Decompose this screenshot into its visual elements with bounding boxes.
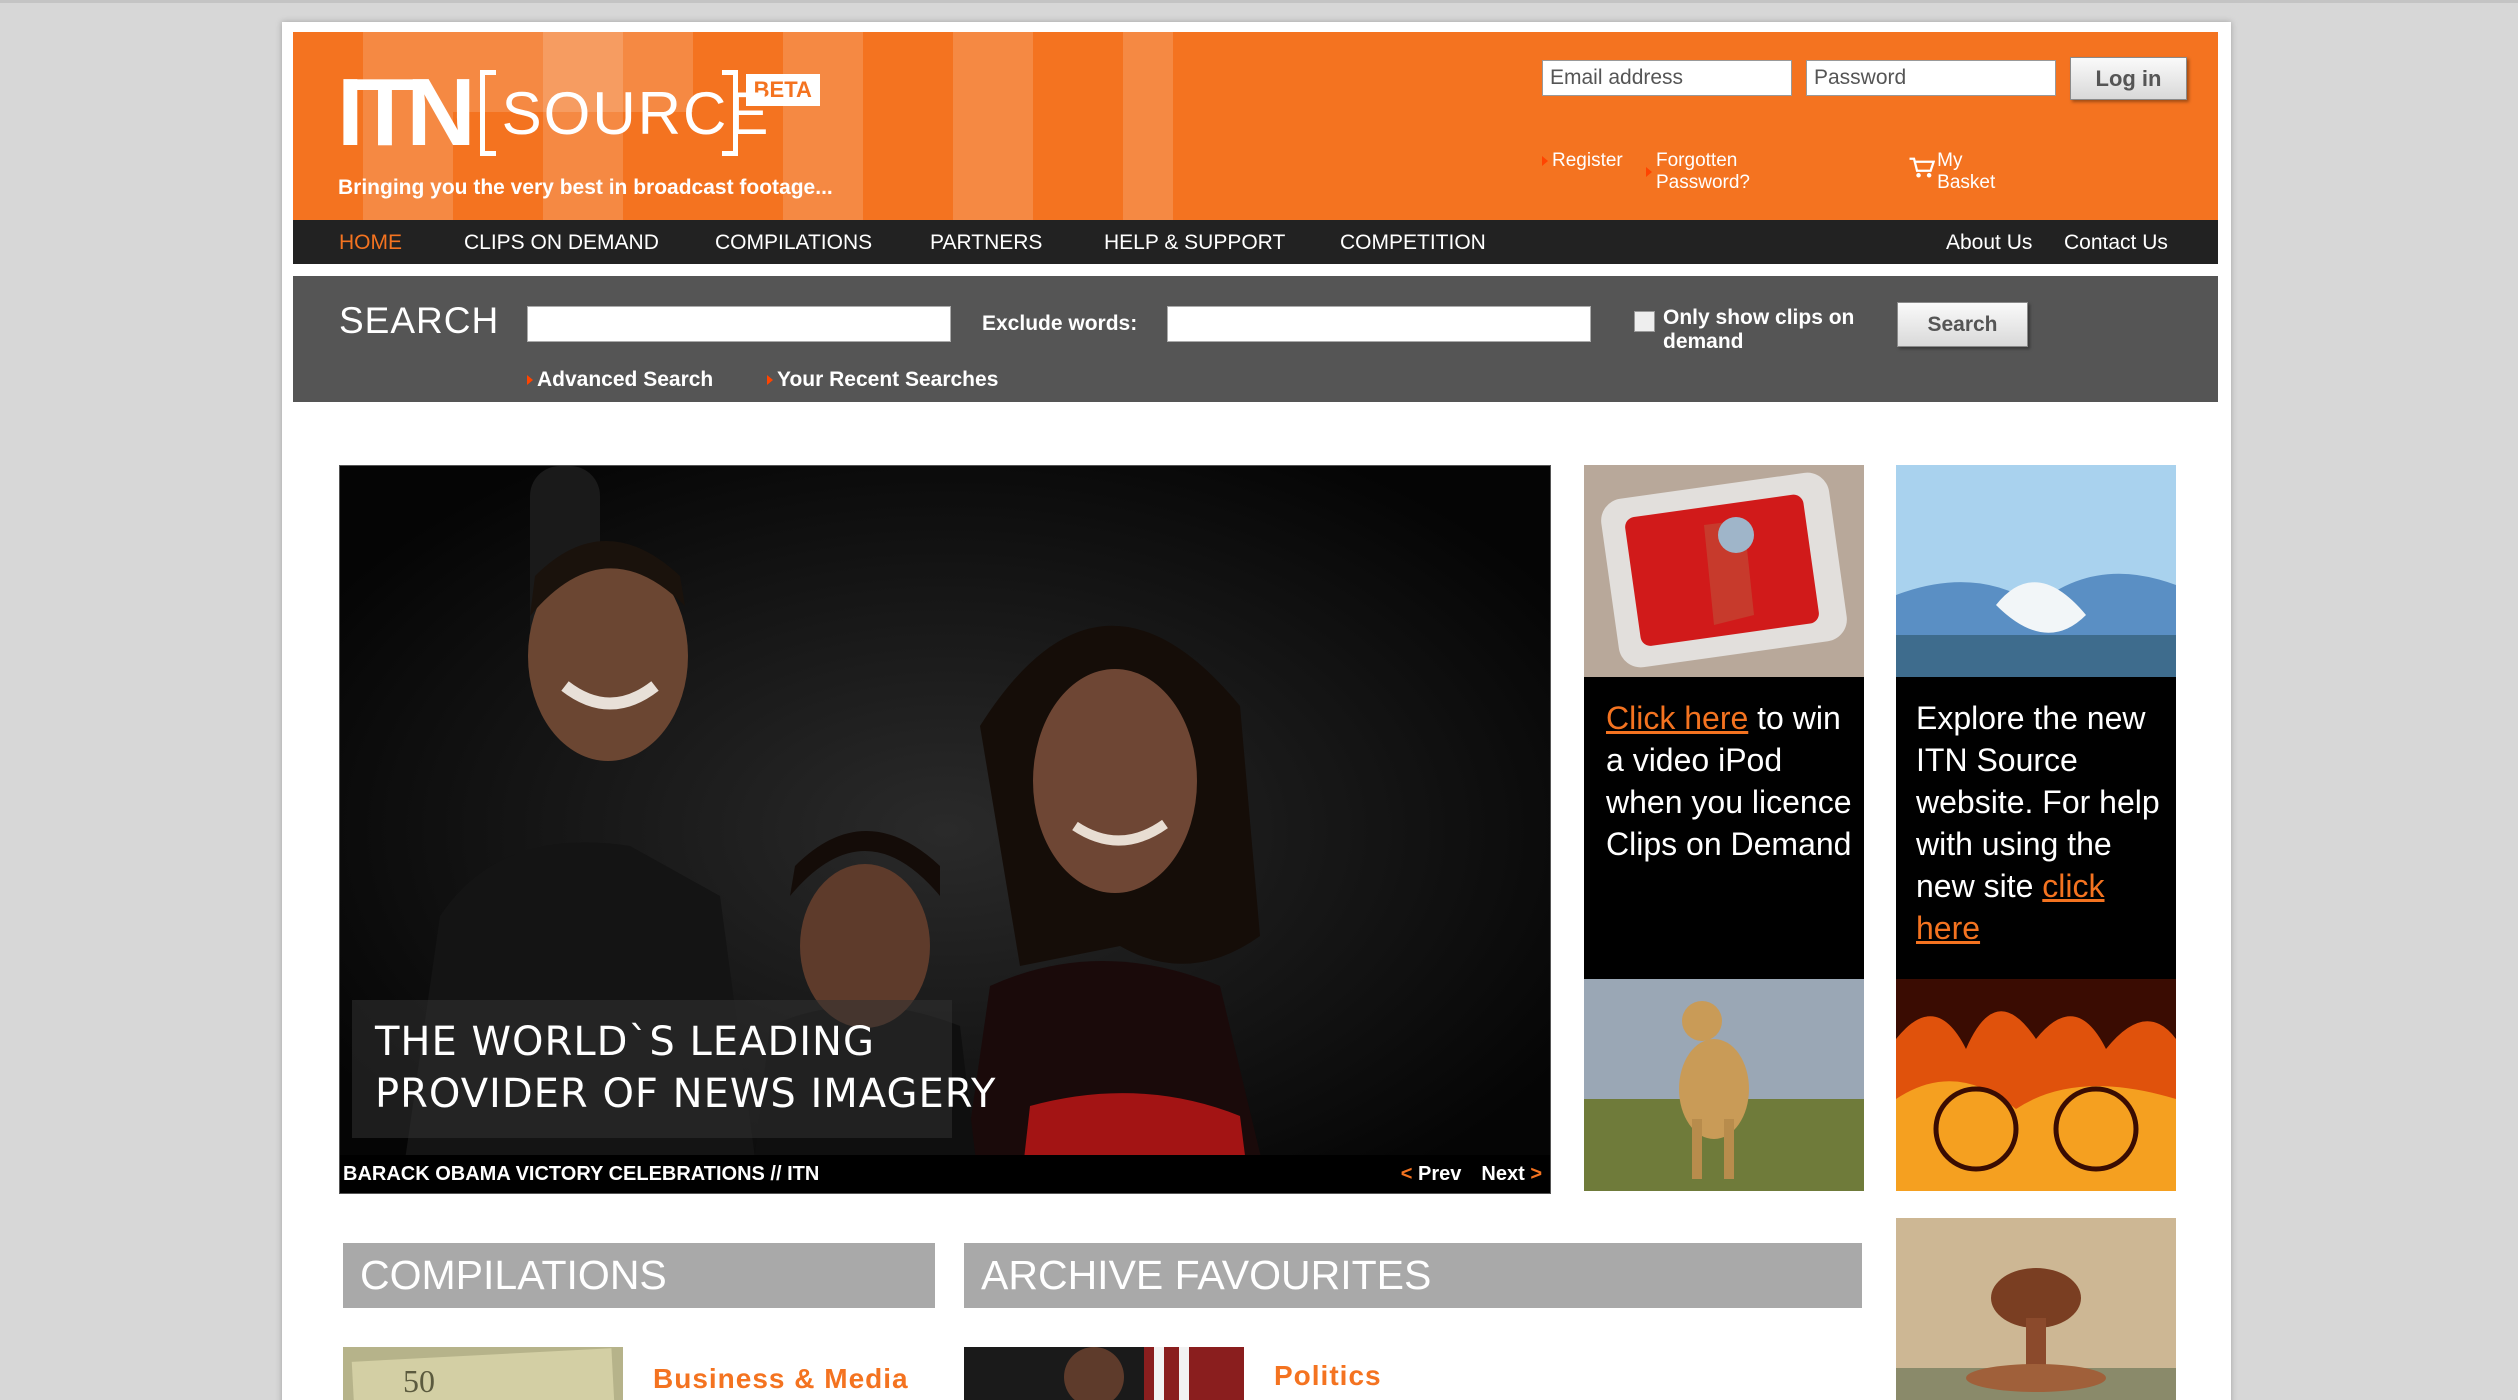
money-thumbnail[interactable]: 50 xyxy=(343,1347,623,1400)
arrow-icon xyxy=(767,375,773,385)
promo-ipod-text: Click here to win a video iPod when you … xyxy=(1606,697,1856,865)
search-input[interactable] xyxy=(527,306,951,342)
hero-headline: THE WORLD`S LEADING PROVIDER OF NEWS IMA… xyxy=(375,1016,996,1120)
tagline: Bringing you the very best in broadcast … xyxy=(338,176,833,199)
search-panel: SEARCH Exclude words: Only show clips on… xyxy=(293,276,2218,402)
promo-website-body: Explore the new ITN Source website. For … xyxy=(1916,700,2160,904)
compilation-item-title[interactable]: Business & Media xyxy=(653,1363,909,1395)
archive-favourites-heading: ARCHIVE FAVOURITES xyxy=(964,1243,1862,1308)
basket-icon xyxy=(1909,157,1936,178)
page-container: ITN SOURCE BETA Bringing you the very be… xyxy=(282,22,2231,1400)
promo-ipod-link[interactable]: Click here xyxy=(1606,700,1748,736)
next-label: Next xyxy=(1481,1163,1525,1185)
email-field[interactable] xyxy=(1542,60,1792,96)
promo-website-tile[interactable]: Explore the new ITN Source website. For … xyxy=(1896,465,2176,1191)
glacier-image xyxy=(1896,465,2176,677)
itn-source-logo[interactable]: ITN SOURCE BETA xyxy=(337,59,820,166)
forgotten-password-link[interactable]: Forgotten Password? xyxy=(1646,150,1750,194)
hero-headline-line-1: THE WORLD`S LEADING xyxy=(375,1019,875,1065)
prev-button[interactable]: < Prev xyxy=(1401,1155,1462,1193)
arrow-icon xyxy=(1646,167,1652,177)
hero-caption-bar: BARACK OBAMA VICTORY CELEBRATIONS // ITN… xyxy=(340,1155,1550,1193)
cheetah-image xyxy=(1584,979,1864,1191)
nav-clips-on-demand[interactable]: CLIPS ON DEMAND xyxy=(464,220,659,266)
nav-competition[interactable]: COMPETITION xyxy=(1340,220,1486,266)
compilations-heading: COMPILATIONS xyxy=(343,1243,935,1308)
clips-on-demand-checkbox[interactable] xyxy=(1634,311,1655,332)
clips-on-demand-label: Only show clips on demand xyxy=(1663,306,1855,353)
exclude-words-label: Exclude words: xyxy=(982,312,1138,335)
search-label: SEARCH xyxy=(339,300,500,341)
politics-thumbnail[interactable] xyxy=(964,1347,1244,1400)
archive-item-title[interactable]: Politics xyxy=(1274,1360,1382,1392)
register-link[interactable]: Register xyxy=(1542,150,1623,172)
nav-partners[interactable]: PARTNERS xyxy=(930,220,1042,266)
promo-ipod-tile[interactable]: Click here to win a video iPod when you … xyxy=(1584,465,1864,1191)
hero-slideshow[interactable]: THE WORLD`S LEADING PROVIDER OF NEWS IMA… xyxy=(339,465,1551,1194)
next-button[interactable]: Next > xyxy=(1481,1155,1542,1193)
login-button[interactable]: Log in xyxy=(2070,57,2187,100)
hero-pager: < Prev Next > xyxy=(1401,1155,1542,1193)
logo-itn-text: ITN xyxy=(337,59,476,166)
browser-top-line xyxy=(0,0,2518,3)
arrow-icon xyxy=(1542,156,1548,166)
recent-searches-label: Your Recent Searches xyxy=(777,368,999,391)
mushroom-cloud-image[interactable] xyxy=(1896,1218,2176,1400)
page-inner: ITN SOURCE BETA Bringing you the very be… xyxy=(293,32,2218,402)
nav-home[interactable]: HOME xyxy=(339,220,402,266)
advanced-search-label: Advanced Search xyxy=(537,368,714,391)
hero-headline-line-2: PROVIDER OF NEWS IMAGERY xyxy=(375,1071,997,1117)
my-basket-label: My Basket xyxy=(1937,150,1996,193)
logo-left-bracket xyxy=(479,70,496,156)
promo-website-text: Explore the new ITN Source website. For … xyxy=(1916,697,2171,949)
search-button[interactable]: Search xyxy=(1897,302,2028,347)
nav-contact-us[interactable]: Contact Us xyxy=(2064,220,2168,266)
recent-searches-link[interactable]: Your Recent Searches xyxy=(767,368,998,392)
nav-compilations[interactable]: COMPILATIONS xyxy=(715,220,872,266)
nav-help-support[interactable]: HELP & SUPPORT xyxy=(1104,220,1285,266)
prev-label: Prev xyxy=(1418,1163,1462,1185)
arrow-icon xyxy=(527,375,533,385)
ipod-promo-image xyxy=(1584,465,1864,677)
main-nav: HOME CLIPS ON DEMAND COMPILATIONS PARTNE… xyxy=(293,220,2218,264)
password-field[interactable] xyxy=(1806,60,2056,96)
next-arrow-icon: > xyxy=(1530,1163,1542,1185)
register-link-label: Register xyxy=(1552,150,1623,171)
svg-text:50: 50 xyxy=(403,1363,435,1399)
exclude-words-input[interactable] xyxy=(1167,306,1591,342)
logo-source-text: SOURCE xyxy=(501,80,771,147)
header: ITN SOURCE BETA Bringing you the very be… xyxy=(293,32,2218,220)
logo-source-block: SOURCE xyxy=(479,70,768,156)
nav-about-us[interactable]: About Us xyxy=(1946,220,2032,266)
advanced-search-link[interactable]: Advanced Search xyxy=(527,368,713,392)
fire-image xyxy=(1896,979,2176,1191)
hero-caption: BARACK OBAMA VICTORY CELEBRATIONS // ITN xyxy=(343,1163,820,1185)
my-basket-link[interactable]: My Basket xyxy=(1908,140,2004,194)
prev-arrow-icon: < xyxy=(1400,1163,1413,1185)
forgotten-password-label: Forgotten Password? xyxy=(1656,150,1750,193)
